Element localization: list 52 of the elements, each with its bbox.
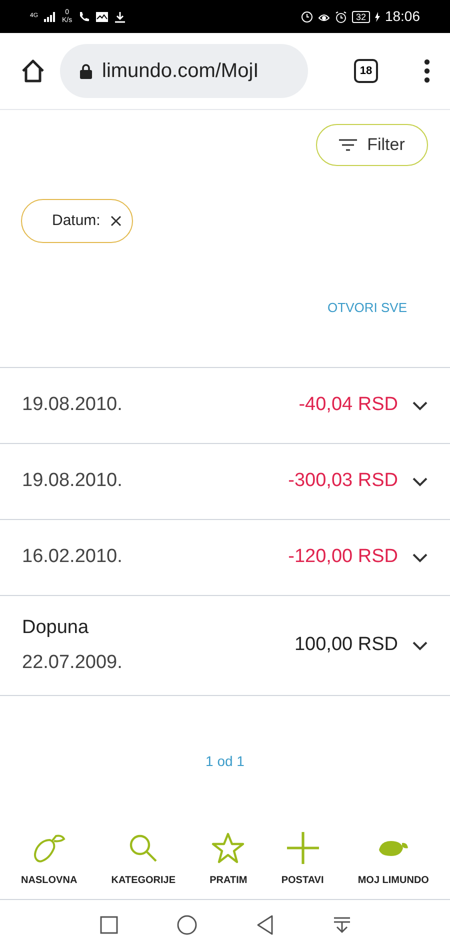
transaction-row[interactable]: Dopuna 22.07.2009. 100,00 RSD (0, 596, 450, 696)
phone-icon (78, 10, 90, 22)
download-icon (114, 10, 126, 22)
chevron-down-icon[interactable] (412, 552, 428, 562)
close-icon[interactable] (110, 215, 122, 227)
clock-time: 18:06 (384, 7, 420, 26)
back-icon[interactable] (256, 915, 274, 935)
lock-icon (80, 64, 92, 78)
nav-tab[interactable]: MOJ LIMUNDO (358, 831, 429, 888)
transaction-row[interactable]: 16.02.2010. -120,00 RSD (0, 520, 450, 596)
transaction-date: 16.02.2010. (22, 545, 122, 570)
transaction-date: 19.08.2010. (22, 393, 122, 418)
alarm-icon (334, 10, 347, 22)
battery-level: 32 (352, 10, 370, 22)
chip-label: Datum: (52, 210, 100, 231)
lemon-icon (377, 838, 410, 858)
signal-icon (44, 12, 56, 22)
url-text: limundo.com/MojI (102, 59, 259, 84)
filter-chip[interactable]: Datum: (21, 199, 134, 243)
nav-tab[interactable]: PRATIM (210, 831, 248, 888)
transaction-date: 19.08.2010. (22, 469, 122, 494)
plus-icon (286, 831, 320, 865)
lemon-icon (32, 832, 66, 864)
image-icon (96, 12, 108, 22)
clock-icon (300, 10, 313, 22)
filter-button[interactable]: Filter (316, 124, 428, 166)
charging-icon (374, 12, 380, 22)
filter-icon (339, 139, 358, 151)
transaction-row[interactable]: 19.08.2010. -300,03 RSD (0, 444, 450, 520)
home-circle-icon[interactable] (176, 915, 196, 935)
transaction-row[interactable]: 19.08.2010. -40,04 RSD (0, 368, 450, 444)
chevron-down-icon[interactable] (412, 640, 428, 650)
menu-icon[interactable] (424, 59, 430, 83)
chevron-down-icon[interactable] (412, 476, 428, 486)
chevron-down-icon[interactable] (412, 400, 428, 410)
transaction-amount: -120,00 RSD (288, 545, 398, 570)
transaction-title: Dopuna (22, 616, 90, 640)
nav-tab[interactable]: POSTAVI (281, 831, 324, 888)
address-bar[interactable]: limundo.com/MojI (60, 44, 308, 98)
nav-tab[interactable]: NASLOVNA (21, 831, 78, 888)
home-icon[interactable] (20, 58, 46, 84)
transaction-amount: 100,00 RSD (294, 633, 398, 658)
notification-pull-icon[interactable] (332, 916, 350, 934)
transaction-amount: -300,03 RSD (288, 469, 398, 494)
nav-tab[interactable]: KATEGORIJE (111, 831, 176, 888)
star-icon (211, 832, 246, 864)
search-icon (128, 833, 158, 863)
transaction-amount: -40,04 RSD (298, 393, 398, 418)
tab-count[interactable]: 18 (354, 59, 378, 83)
transaction-date: 22.07.2009. (22, 650, 122, 674)
pagination-text: 1 od 1 (206, 752, 244, 771)
recent-apps-icon[interactable] (100, 916, 118, 934)
